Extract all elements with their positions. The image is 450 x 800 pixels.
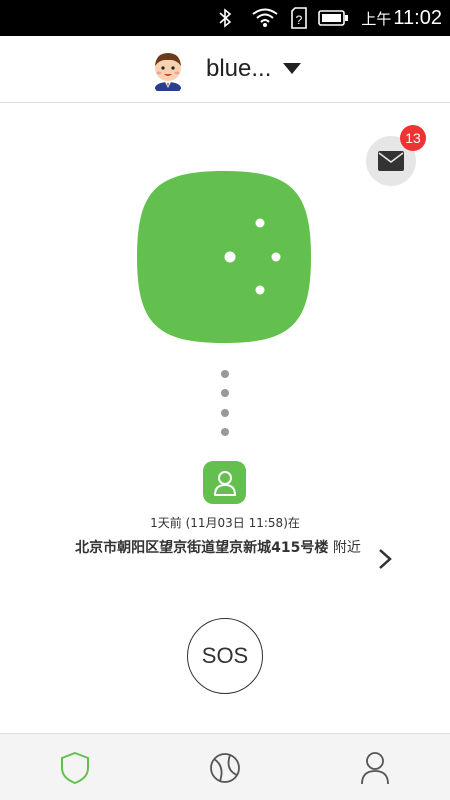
header: blue...	[0, 36, 450, 103]
mail-badge: 13	[400, 125, 426, 151]
location-person-marker[interactable]	[203, 461, 246, 504]
svg-text:?: ?	[296, 13, 303, 27]
clock-ampm: 上午	[361, 10, 392, 28]
address-suffix: 附近	[328, 540, 361, 556]
last-seen-text: 1天前 (11月03日 11:58)在	[150, 516, 300, 530]
location-address: 北京市朝阳区望京街道望京新城415号楼 附近	[58, 538, 378, 559]
sos-button[interactable]: SOS	[187, 618, 263, 694]
bottom-nav	[0, 733, 450, 800]
status-bar: ? 上午 11:02	[0, 0, 450, 36]
account-switcher[interactable]: blue...	[146, 44, 302, 94]
nav-item-discover[interactable]	[150, 734, 300, 800]
location-row[interactable]: 北京市朝阳区望京街道望京新城415号楼 附近	[40, 538, 410, 582]
child-avatar-icon	[155, 53, 181, 91]
vertical-dots-connector	[221, 370, 229, 436]
caret-down-icon	[283, 63, 302, 74]
account-name: blue...	[206, 55, 272, 82]
address-main: 北京市朝阳区望京街道望京新城415号楼	[75, 540, 329, 556]
clock-time: 11:02	[393, 6, 442, 29]
chevron-right-icon	[379, 549, 392, 569]
person-icon	[213, 470, 236, 496]
shield-icon	[61, 751, 89, 784]
nav-item-profile[interactable]	[300, 734, 450, 800]
device-dots-icon	[137, 171, 311, 343]
person-icon	[361, 751, 389, 784]
sim-unknown-icon: ?	[290, 0, 308, 36]
battery-icon	[318, 0, 350, 36]
status-clock: 上午 11:02	[361, 0, 442, 36]
device-tile[interactable]	[136, 170, 312, 344]
bluetooth-icon	[218, 0, 232, 36]
app-screen: ? 上午 11:02 blue... 13 1天前 (11月03日 11:58)…	[0, 0, 450, 800]
wifi-icon	[252, 0, 278, 36]
ball-icon	[210, 752, 240, 783]
nav-item-guard[interactable]	[0, 734, 150, 800]
envelope-icon	[378, 151, 404, 171]
